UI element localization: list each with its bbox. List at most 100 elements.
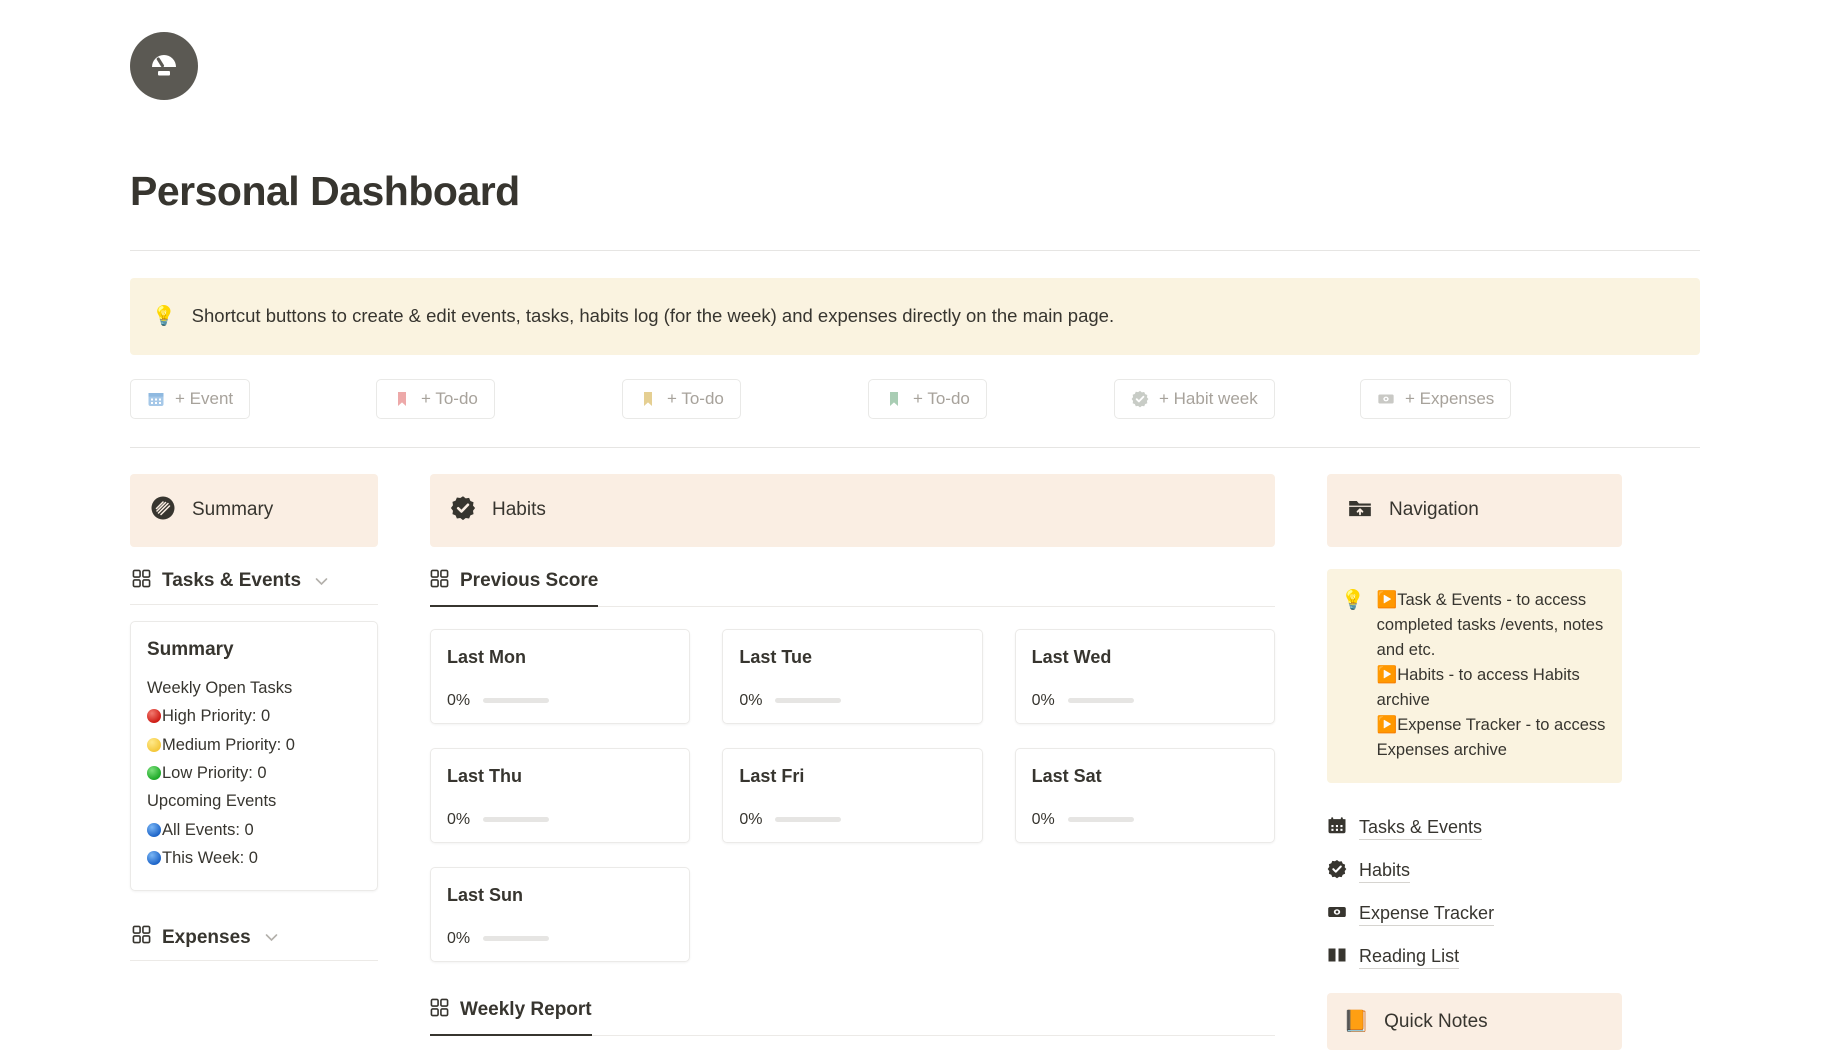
habit-card[interactable]: Last Sat 0% [1014,747,1275,843]
habit-percent-label: 0% [447,929,471,947]
nav-link-label: Expense Tracker [1359,903,1495,927]
add-habit-week-button[interactable]: + Habit week [1114,378,1275,419]
shortcut-slot: + Expenses [1360,378,1512,419]
navigation-callout-text: ▶️Task & Events - to access completed ta… [1377,587,1606,764]
nav-link-tasks-events[interactable]: Tasks & Events [1327,807,1622,850]
tasks-events-db-title[interactable]: Tasks & Events [130,547,378,604]
chevron-down-icon[interactable] [265,930,278,945]
habit-progress: 0% [447,811,673,829]
shortcut-label: + To-do [421,388,478,408]
add-todo-yellow-button[interactable]: + To-do [622,378,741,419]
expenses-db-title[interactable]: Expenses [130,891,378,960]
high-priority-row: High Priority: 0 [147,702,361,730]
event-dot-blue [147,822,161,837]
banknote-icon [1377,390,1395,408]
weekly-report-tab-row: Weekly Report [430,998,1275,1036]
nav-link-expense-tracker[interactable]: Expense Tracker [1327,893,1622,936]
shortcut-callout: 💡 Shortcut buttons to create & edit even… [130,278,1700,355]
bookmark-icon [393,390,411,408]
habit-progress-bar [775,817,842,823]
shortcut-button-row: + Event + To-do + To-do + To-do + Habit … [130,378,1700,419]
add-expenses-button[interactable]: + Expenses [1360,378,1512,419]
habit-day-label: Last Thu [447,765,522,786]
bookmark-icon [885,390,903,408]
quick-notes-item[interactable]: 📙 Quick Notes [1327,993,1622,1050]
add-todo-green-button[interactable]: + To-do [868,378,987,419]
habit-card[interactable]: Last Mon 0% [430,628,691,724]
expenses-db-label: Expenses [162,926,251,948]
gauge-circle-icon [130,32,198,100]
summary-section-title: Summary [192,499,274,521]
habit-day-label: Last Wed [1031,646,1112,667]
tab-weekly-report-label: Weekly Report [460,999,592,1021]
calendar-icon [147,390,165,408]
shortcut-label: + Expenses [1405,388,1495,408]
habit-card[interactable]: Last Sun 0% [430,866,691,962]
shortcut-label: + To-do [667,388,724,408]
habit-day-label: Last Sun [447,884,524,905]
habit-progress: 0% [739,811,965,829]
high-priority-text: High Priority: 0 [162,707,271,726]
medium-priority-row: Medium Priority: 0 [147,731,361,759]
habit-card-grid: Last Mon 0% Last Tue 0% Last Wed 0% Last… [430,628,1275,962]
habit-progress-bar [1067,698,1134,704]
habit-progress-bar [483,817,550,823]
event-dot-blue [147,851,161,866]
low-priority-row: Low Priority: 0 [147,759,361,787]
habit-card[interactable]: Last Thu 0% [430,747,691,843]
shortcuts-divider [130,446,1700,448]
banknote-icon [1327,902,1347,927]
this-week-text: This Week: 0 [162,849,258,868]
shortcut-slot: + Event [130,378,376,419]
navigation-section-header: Navigation [1327,473,1622,547]
lightbulb-icon: 💡 [1341,588,1365,611]
shortcut-label: + Event [175,388,234,408]
habits-section-header: Habits [430,473,1275,547]
navigation-callout: 💡 ▶️Task & Events - to access completed … [1327,568,1622,784]
habit-card[interactable]: Last Tue 0% [722,628,983,724]
habit-day-label: Last Sat [1031,765,1102,786]
dashboard-columns: Summary Tasks & Events Summary Weekly Op… [130,473,1700,1050]
nav-callout-line-2: ▶️Habits - to access Habits archive [1376,666,1580,710]
dashboard-page: Personal Dashboard 💡 Shortcut buttons to… [0,0,1830,1050]
nav-link-habits[interactable]: Habits [1327,850,1622,893]
habit-card[interactable]: Last Fri 0% [722,747,983,843]
habit-card[interactable]: Last Wed 0% [1014,628,1275,724]
quick-notes-label: Quick Notes [1384,1010,1488,1032]
habits-column: Habits Previous Score Last Mon 0% Last T… [430,473,1275,1050]
grid-icon [430,998,449,1023]
add-todo-red-button[interactable]: + To-do [376,378,495,419]
nav-callout-line-3: ▶️Expense Tracker - to access Expenses a… [1376,716,1606,760]
habit-percent-label: 0% [739,691,763,709]
nav-link-reading-list[interactable]: Reading List [1327,936,1622,979]
shortcut-callout-text: Shortcut buttons to create & edit events… [191,305,1115,326]
grid-icon [132,925,151,950]
shortcut-slot: + To-do [622,378,868,419]
open-book-icon [1327,945,1347,970]
this-week-row: This Week: 0 [147,844,361,872]
chevron-down-icon[interactable] [315,574,328,589]
habit-progress: 0% [447,930,673,948]
low-priority-text: Low Priority: 0 [162,763,267,782]
habit-progress: 0% [447,692,673,710]
medium-priority-text: Medium Priority: 0 [162,735,295,754]
habit-percent-label: 0% [1031,691,1055,709]
summary-column: Summary Tasks & Events Summary Weekly Op… [130,473,378,1050]
summary-circle-icon [150,495,176,526]
previous-score-tab-row: Previous Score [430,569,1275,607]
weekly-open-tasks-label: Weekly Open Tasks [147,678,293,697]
badge-check-icon [1327,859,1347,884]
tab-previous-score[interactable]: Previous Score [430,569,599,607]
tab-weekly-report[interactable]: Weekly Report [430,998,592,1036]
grid-icon [132,569,151,594]
habit-progress-bar [483,698,550,704]
title-divider [130,250,1700,251]
add-event-button[interactable]: + Event [130,378,251,419]
shortcut-label: + Habit week [1159,388,1258,408]
expenses-divider [130,960,378,962]
nav-link-label: Habits [1359,860,1411,884]
priority-dot-yellow [147,737,161,752]
habits-section-title: Habits [492,499,546,521]
habit-progress: 0% [739,692,965,710]
nav-link-label: Tasks & Events [1359,817,1483,841]
